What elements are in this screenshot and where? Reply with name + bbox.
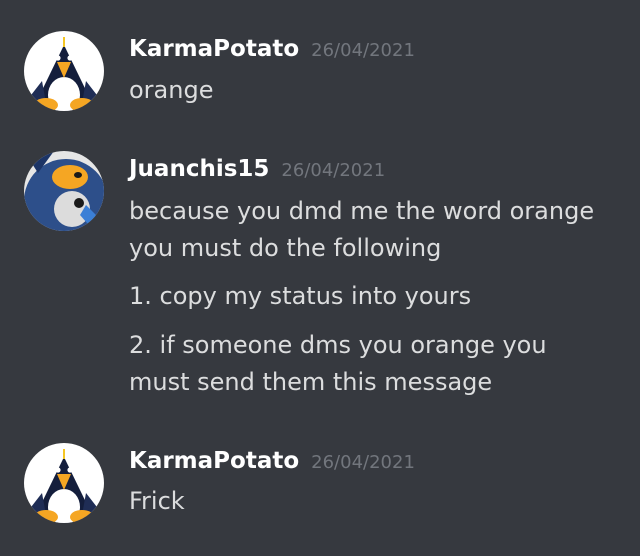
username[interactable]: KarmaPotato — [129, 448, 299, 474]
penguin-avatar-icon[interactable] — [24, 443, 104, 523]
message-text: 1. copy my status into yours — [129, 282, 472, 310]
message-header: Juanchis15 26/04/2021 — [129, 156, 385, 182]
penguin-avatar-icon[interactable] — [24, 151, 104, 231]
timestamp[interactable]: 26/04/2021 — [281, 160, 385, 181]
message-header: KarmaPotato 26/04/2021 — [129, 36, 415, 62]
message-text: 2. if someone dms you orange you — [129, 331, 547, 359]
timestamp[interactable]: 26/04/2021 — [311, 452, 415, 473]
message-text: must send them this message — [129, 368, 493, 396]
username[interactable]: KarmaPotato — [129, 36, 299, 62]
message-header: KarmaPotato 26/04/2021 — [129, 448, 415, 474]
username[interactable]: Juanchis15 — [129, 156, 269, 182]
timestamp[interactable]: 26/04/2021 — [311, 40, 415, 61]
message-text: because you dmd me the word orange — [129, 197, 595, 225]
message-text: orange — [129, 76, 214, 104]
chat-messages: KarmaPotato 26/04/2021 orange Juanchis15 2… — [0, 0, 640, 556]
message-text: Frick — [129, 487, 185, 515]
penguin-avatar-icon[interactable] — [24, 31, 104, 111]
message-text: you must do the following — [129, 234, 442, 262]
